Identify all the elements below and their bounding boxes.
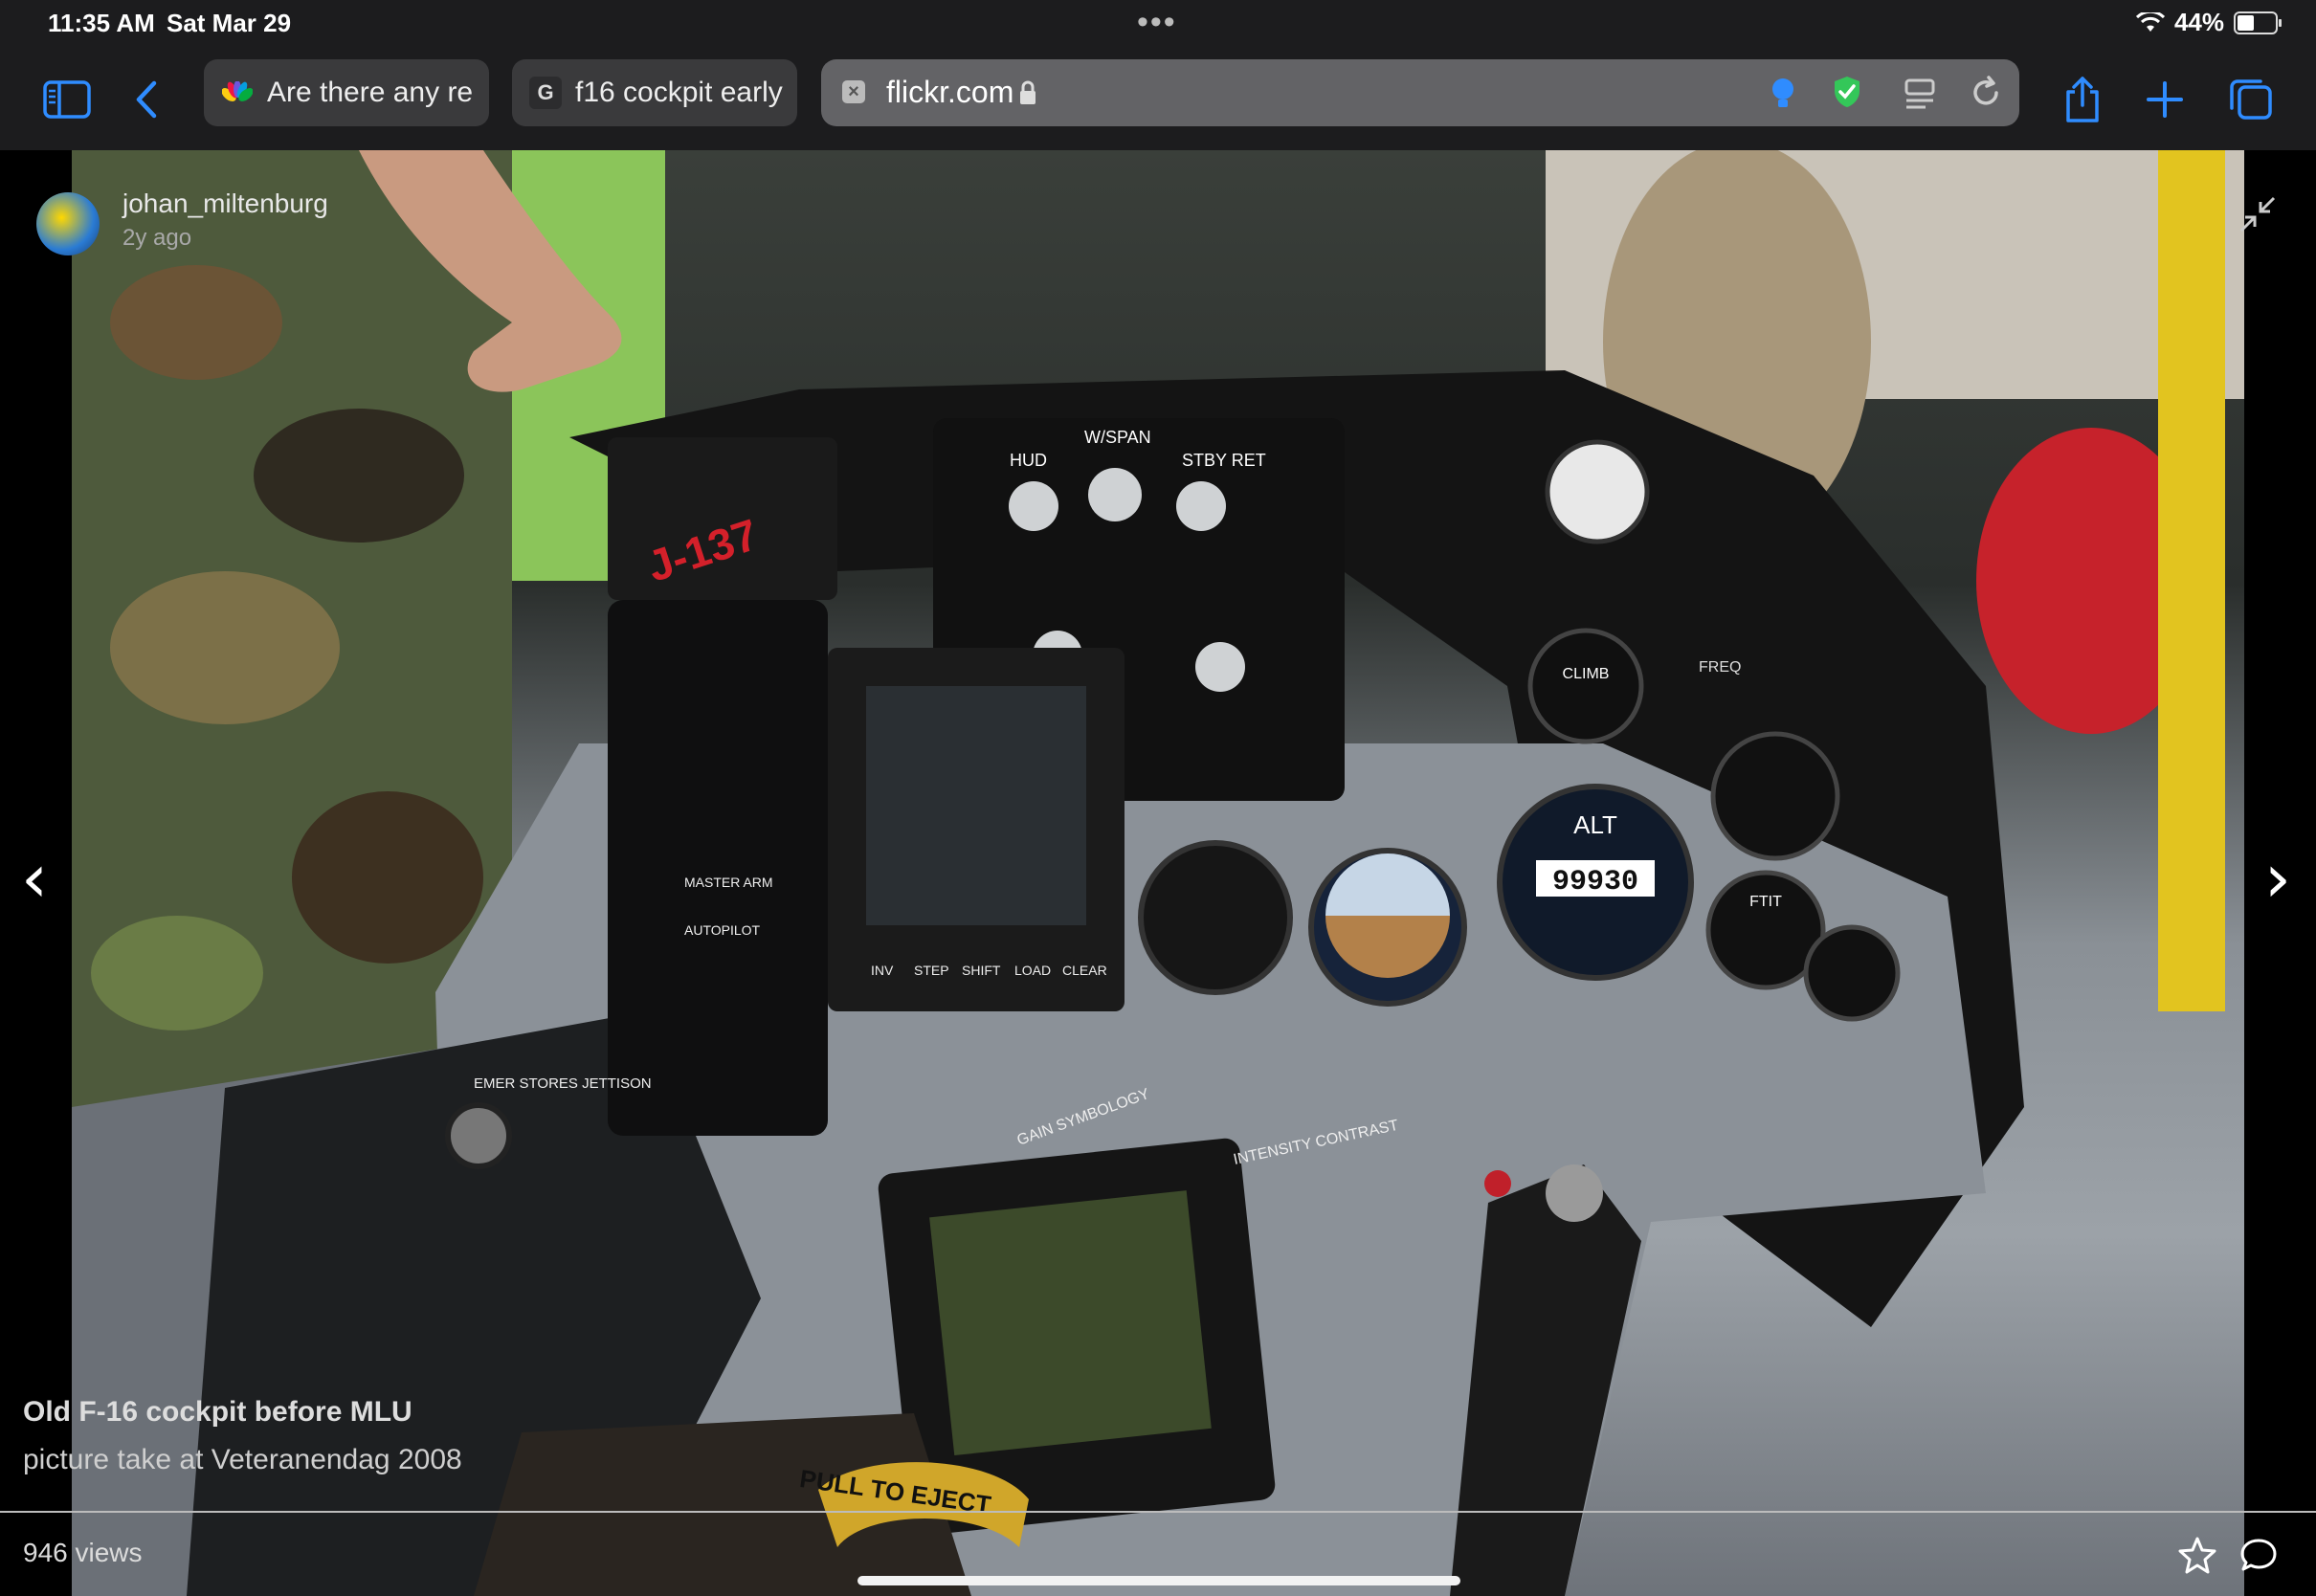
multitasking-dots[interactable]: ••• — [1137, 4, 1177, 41]
next-photo-icon[interactable]: › — [2264, 839, 2291, 918]
battery-percent: 44% — [2173, 8, 2224, 36]
lock-icon — [1020, 80, 1036, 104]
alt-label: ALT — [1573, 810, 1617, 839]
photo-description: picture take at Veteranendag 2008 — [23, 1444, 462, 1475]
master-arm-label: MASTER ARM — [684, 875, 773, 890]
collapse-icon[interactable] — [2238, 194, 2278, 234]
comment-icon[interactable] — [2239, 1536, 2278, 1574]
freq-label: FREQ — [1699, 659, 1741, 676]
previous-photo-icon[interactable]: ‹ — [21, 839, 48, 918]
hud-label: HUD — [1010, 451, 1047, 470]
post-age: 2y ago — [122, 225, 192, 251]
photo-title: Old F-16 cockpit before MLU — [23, 1396, 412, 1428]
climb-label: CLIMB — [1563, 666, 1610, 682]
emer-stores-label: EMER STORES JETTISON — [474, 1075, 652, 1092]
star-icon[interactable] — [2178, 1536, 2216, 1574]
home-indicator — [857, 1576, 1460, 1585]
chevron-left-icon[interactable] — [121, 73, 174, 126]
photo-viewer: HUD W/SPAN STBY RET INV STEP SHIFT LOAD … — [0, 150, 2316, 1596]
tab-2[interactable]: G f16 cockpit early — [512, 59, 797, 126]
cockpit-illustration: HUD W/SPAN STBY RET INV STEP SHIFT LOAD … — [72, 150, 2244, 1596]
status-right: 44% — [2135, 8, 2282, 37]
owner-name[interactable]: johan_miltenburg — [122, 188, 328, 219]
battery-icon — [2234, 11, 2282, 34]
tab-label: f16 cockpit early — [575, 77, 783, 108]
shield-check-icon[interactable] — [1832, 75, 1862, 109]
reader-icon[interactable] — [1903, 77, 1937, 111]
status-time: 11:35 AM — [48, 9, 155, 37]
tabs-overview-icon[interactable] — [2224, 73, 2278, 126]
status-date: Sat Mar 29 — [167, 9, 292, 37]
share-icon[interactable] — [2056, 73, 2109, 126]
wspan-label: W/SPAN — [1084, 428, 1151, 447]
cockpit-photo: HUD W/SPAN STBY RET INV STEP SHIFT LOAD … — [72, 150, 2244, 1596]
plus-icon[interactable] — [2138, 73, 2192, 126]
mfd-step-label: STEP — [914, 963, 949, 978]
tab-label: Are there any re — [267, 77, 474, 108]
nbc-peacock-icon — [221, 77, 254, 109]
browser-toolbar: Are there any re G f16 cockpit early × f… — [0, 48, 2316, 150]
reload-icon[interactable] — [1968, 75, 2004, 111]
mfd-shift-label: SHIFT — [962, 963, 1001, 978]
view-count: 946 views — [23, 1538, 143, 1567]
tab-close-icon[interactable]: × — [842, 80, 865, 103]
mfd-clear-label: CLEAR — [1062, 963, 1107, 978]
address-url: flickr.com — [886, 75, 1014, 109]
ftit-label: FTIT — [1749, 894, 1782, 910]
tab-1[interactable]: Are there any re — [204, 59, 489, 126]
sidebar-icon[interactable] — [40, 73, 94, 126]
stby-ret-label: STBY RET — [1182, 451, 1266, 470]
wifi-icon — [2135, 11, 2165, 32]
caption-divider — [0, 1511, 2316, 1513]
owner-avatar[interactable] — [36, 192, 100, 255]
status-bar: 11:35 AM Sat Mar 29 ••• 44% — [0, 0, 2316, 48]
mfd-load-label: LOAD — [1014, 963, 1051, 978]
lightbulb-icon[interactable] — [1769, 77, 1797, 111]
altitude-readout: 99930 — [1552, 866, 1638, 898]
autopilot-label: AUTOPILOT — [684, 922, 761, 938]
mfd-inv-label: INV — [871, 963, 894, 978]
address-bar[interactable]: × flickr.com — [821, 59, 2019, 126]
google-g-icon: G — [529, 77, 562, 109]
